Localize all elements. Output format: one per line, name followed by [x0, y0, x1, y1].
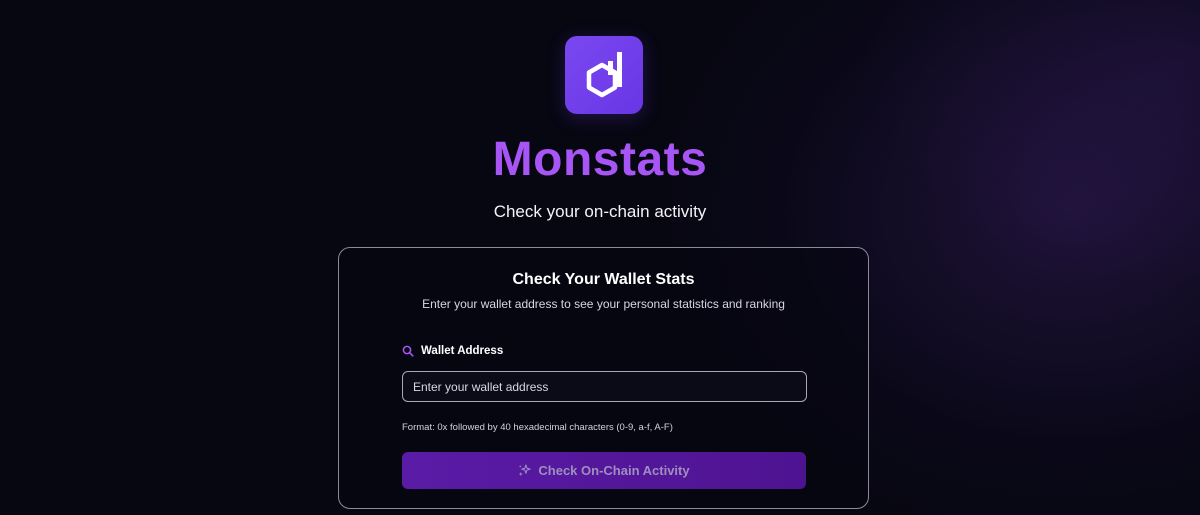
- card-title: Check Your Wallet Stats: [512, 271, 695, 288]
- monstats-logo-icon: [565, 36, 643, 114]
- wallet-field-label-row: Wallet Address: [402, 343, 503, 359]
- brand-title: Monstats: [492, 133, 708, 186]
- brand-tagline: Check your on-chain activity: [493, 202, 707, 221]
- card-subtitle: Enter your wallet address to see your pe…: [422, 297, 785, 311]
- wallet-stats-card: Check Your Wallet Stats Enter your walle…: [338, 247, 869, 509]
- sparkles-icon: [519, 464, 531, 477]
- wallet-address-input[interactable]: [402, 371, 807, 402]
- hexagon-logo-glyph: [586, 52, 622, 98]
- check-on-chain-activity-button[interactable]: Check On-Chain Activity: [402, 452, 806, 489]
- page: Monstats Check your on-chain activity Ch…: [0, 0, 1200, 515]
- search-icon: [402, 345, 414, 357]
- check-button-label: Check On-Chain Activity: [538, 463, 690, 478]
- format-hint: Format: 0x followed by 40 hexadecimal ch…: [402, 422, 673, 433]
- wallet-address-label: Wallet Address: [421, 345, 504, 357]
